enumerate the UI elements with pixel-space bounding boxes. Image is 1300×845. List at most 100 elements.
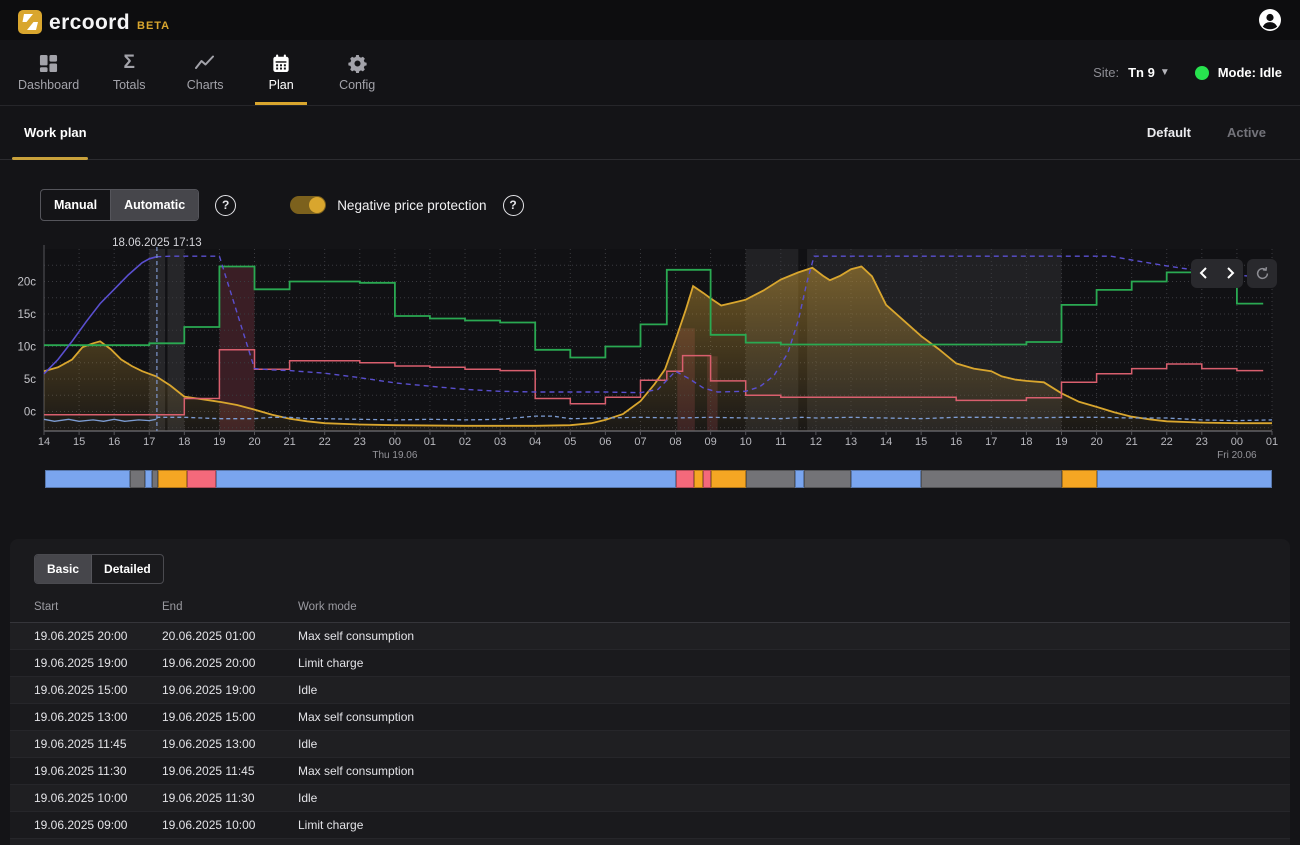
timeline-segment-idle — [921, 470, 1062, 488]
nav-item-plan[interactable]: Plan — [255, 40, 307, 105]
svg-text:21: 21 — [283, 436, 295, 448]
nav-status: Site: Tn 9 ▼ Mode: Idle — [1093, 65, 1282, 80]
variant-default-button[interactable]: Default — [1147, 125, 1191, 140]
gear-icon — [348, 53, 367, 73]
svg-text:22: 22 — [319, 436, 331, 448]
basic-tab-button[interactable]: Basic — [35, 555, 91, 583]
svg-text:Thu 19.06: Thu 19.06 — [372, 450, 417, 461]
column-end: End — [162, 601, 298, 613]
column-start: Start — [34, 601, 162, 613]
column-work-mode: Work mode — [298, 601, 1290, 613]
work-plan-chart[interactable]: 18.06.2025 17:13141516171819202122230001… — [0, 237, 1300, 488]
svg-text:10c: 10c — [17, 342, 36, 354]
nav-item-label: Config — [339, 78, 375, 92]
table-row: 19.06.2025 13:0019.06.2025 15:00Max self… — [10, 704, 1290, 731]
mode-status-dot — [1195, 66, 1209, 80]
automatic-button[interactable]: Automatic — [110, 190, 198, 220]
variant-active-button[interactable]: Active — [1227, 125, 1266, 140]
cell-end: 20.06.2025 01:00 — [162, 629, 298, 643]
chevron-right-icon[interactable] — [1225, 267, 1235, 281]
beta-badge: BETA — [137, 20, 170, 32]
svg-text:15: 15 — [915, 436, 927, 448]
cell-start: 19.06.2025 15:00 — [34, 683, 162, 697]
timeline-segment-idle — [746, 470, 795, 488]
manual-automatic-switch: Manual Automatic — [40, 189, 199, 221]
cell-work-mode: Limit charge — [298, 656, 1290, 670]
timeline-segment-limit-charge — [158, 470, 187, 488]
cell-work-mode: Max self consumption — [298, 764, 1290, 778]
svg-text:02: 02 — [459, 436, 471, 448]
dashboard-icon — [39, 53, 58, 73]
svg-text:17: 17 — [985, 436, 997, 448]
charts-icon — [195, 53, 215, 73]
nav-item-dashboard[interactable]: Dashboard — [18, 40, 79, 105]
svg-text:23: 23 — [354, 436, 366, 448]
manual-button[interactable]: Manual — [41, 190, 110, 220]
svg-text:15: 15 — [73, 436, 85, 448]
cell-start: 19.06.2025 13:00 — [34, 710, 162, 724]
svg-text:15c: 15c — [17, 309, 36, 321]
nav-item-config[interactable]: Config — [331, 40, 383, 105]
svg-text:16: 16 — [108, 436, 120, 448]
svg-text:13: 13 — [845, 436, 857, 448]
svg-text:14: 14 — [880, 436, 892, 448]
table-row: 19.06.2025 10:0019.06.2025 11:30Idle — [10, 785, 1290, 812]
sigma-icon: Σ — [123, 53, 134, 73]
site-selector[interactable]: Tn 9 ▼ — [1128, 65, 1170, 80]
cell-end: 19.06.2025 11:45 — [162, 764, 298, 778]
cell-start: 19.06.2025 11:45 — [34, 737, 162, 751]
workplan-tabs-row: Work plan Default Active — [0, 106, 1300, 160]
nav-item-totals[interactable]: ΣTotals — [103, 40, 155, 105]
table-row: 19.06.2025 15:0019.06.2025 19:00Idle — [10, 677, 1290, 704]
svg-text:14: 14 — [38, 436, 50, 448]
chart-refresh-button[interactable] — [1247, 259, 1277, 288]
timeline-segment-limit-charge — [694, 470, 703, 488]
site-value: Tn 9 — [1128, 65, 1155, 80]
svg-text:16: 16 — [950, 436, 962, 448]
help-icon-2[interactable]: ? — [503, 195, 524, 216]
timeline-segment-max-self — [1097, 470, 1272, 488]
basic-detailed-switch: Basic Detailed — [34, 554, 164, 584]
svg-text:00: 00 — [1231, 436, 1243, 448]
cell-start: 19.06.2025 20:00 — [34, 629, 162, 643]
table-row: 19.06.2025 08:4519.06.2025 09:00Discharg… — [10, 839, 1290, 845]
detailed-tab-button[interactable]: Detailed — [91, 555, 163, 583]
help-icon[interactable]: ? — [215, 195, 236, 216]
cell-end: 19.06.2025 13:00 — [162, 737, 298, 751]
app-name: ercoord — [49, 11, 130, 35]
timeline-segment-idle — [130, 470, 145, 488]
cell-work-mode: Max self consumption — [298, 710, 1290, 724]
table-body: 19.06.2025 20:0020.06.2025 01:00Max self… — [10, 623, 1290, 845]
chevron-left-icon[interactable] — [1199, 267, 1209, 281]
plan-table-panel: Basic Detailed Start End Work mode 19.06… — [10, 539, 1290, 845]
cell-start: 19.06.2025 09:00 — [34, 818, 162, 832]
timeline-segment-max-self — [216, 470, 676, 488]
table-row: 19.06.2025 11:3019.06.2025 11:45Max self… — [10, 758, 1290, 785]
chart-canvas[interactable]: 18.06.2025 17:13141516171819202122230001… — [0, 237, 1300, 466]
svg-text:23: 23 — [1196, 436, 1208, 448]
cell-start: 19.06.2025 10:00 — [34, 791, 162, 805]
nav-item-label: Plan — [269, 78, 294, 92]
site-label: Site: — [1093, 65, 1119, 80]
active-tab-underline — [12, 157, 88, 160]
cell-work-mode: Limit charge — [298, 818, 1290, 832]
calendar-icon — [272, 53, 290, 73]
svg-text:20: 20 — [248, 436, 260, 448]
svg-text:Fri 20.06: Fri 20.06 — [1217, 450, 1257, 461]
cell-work-mode: Max self consumption — [298, 629, 1290, 643]
svg-text:5c: 5c — [24, 374, 36, 386]
user-avatar-icon[interactable] — [1258, 8, 1282, 32]
timeline-segment-max-self — [851, 470, 921, 488]
timeline-segment-idle — [804, 470, 851, 488]
tab-work-plan[interactable]: Work plan — [24, 125, 87, 140]
cell-end: 19.06.2025 19:00 — [162, 683, 298, 697]
app-logo: ercoord BETA — [18, 5, 170, 35]
svg-text:06: 06 — [599, 436, 611, 448]
svg-text:07: 07 — [634, 436, 646, 448]
nav-item-charts[interactable]: Charts — [179, 40, 231, 105]
negative-price-toggle[interactable] — [290, 196, 326, 214]
svg-text:18: 18 — [178, 436, 190, 448]
svg-text:22: 22 — [1161, 436, 1173, 448]
svg-text:20: 20 — [1090, 436, 1102, 448]
timeline-segment-discharge — [676, 470, 694, 488]
